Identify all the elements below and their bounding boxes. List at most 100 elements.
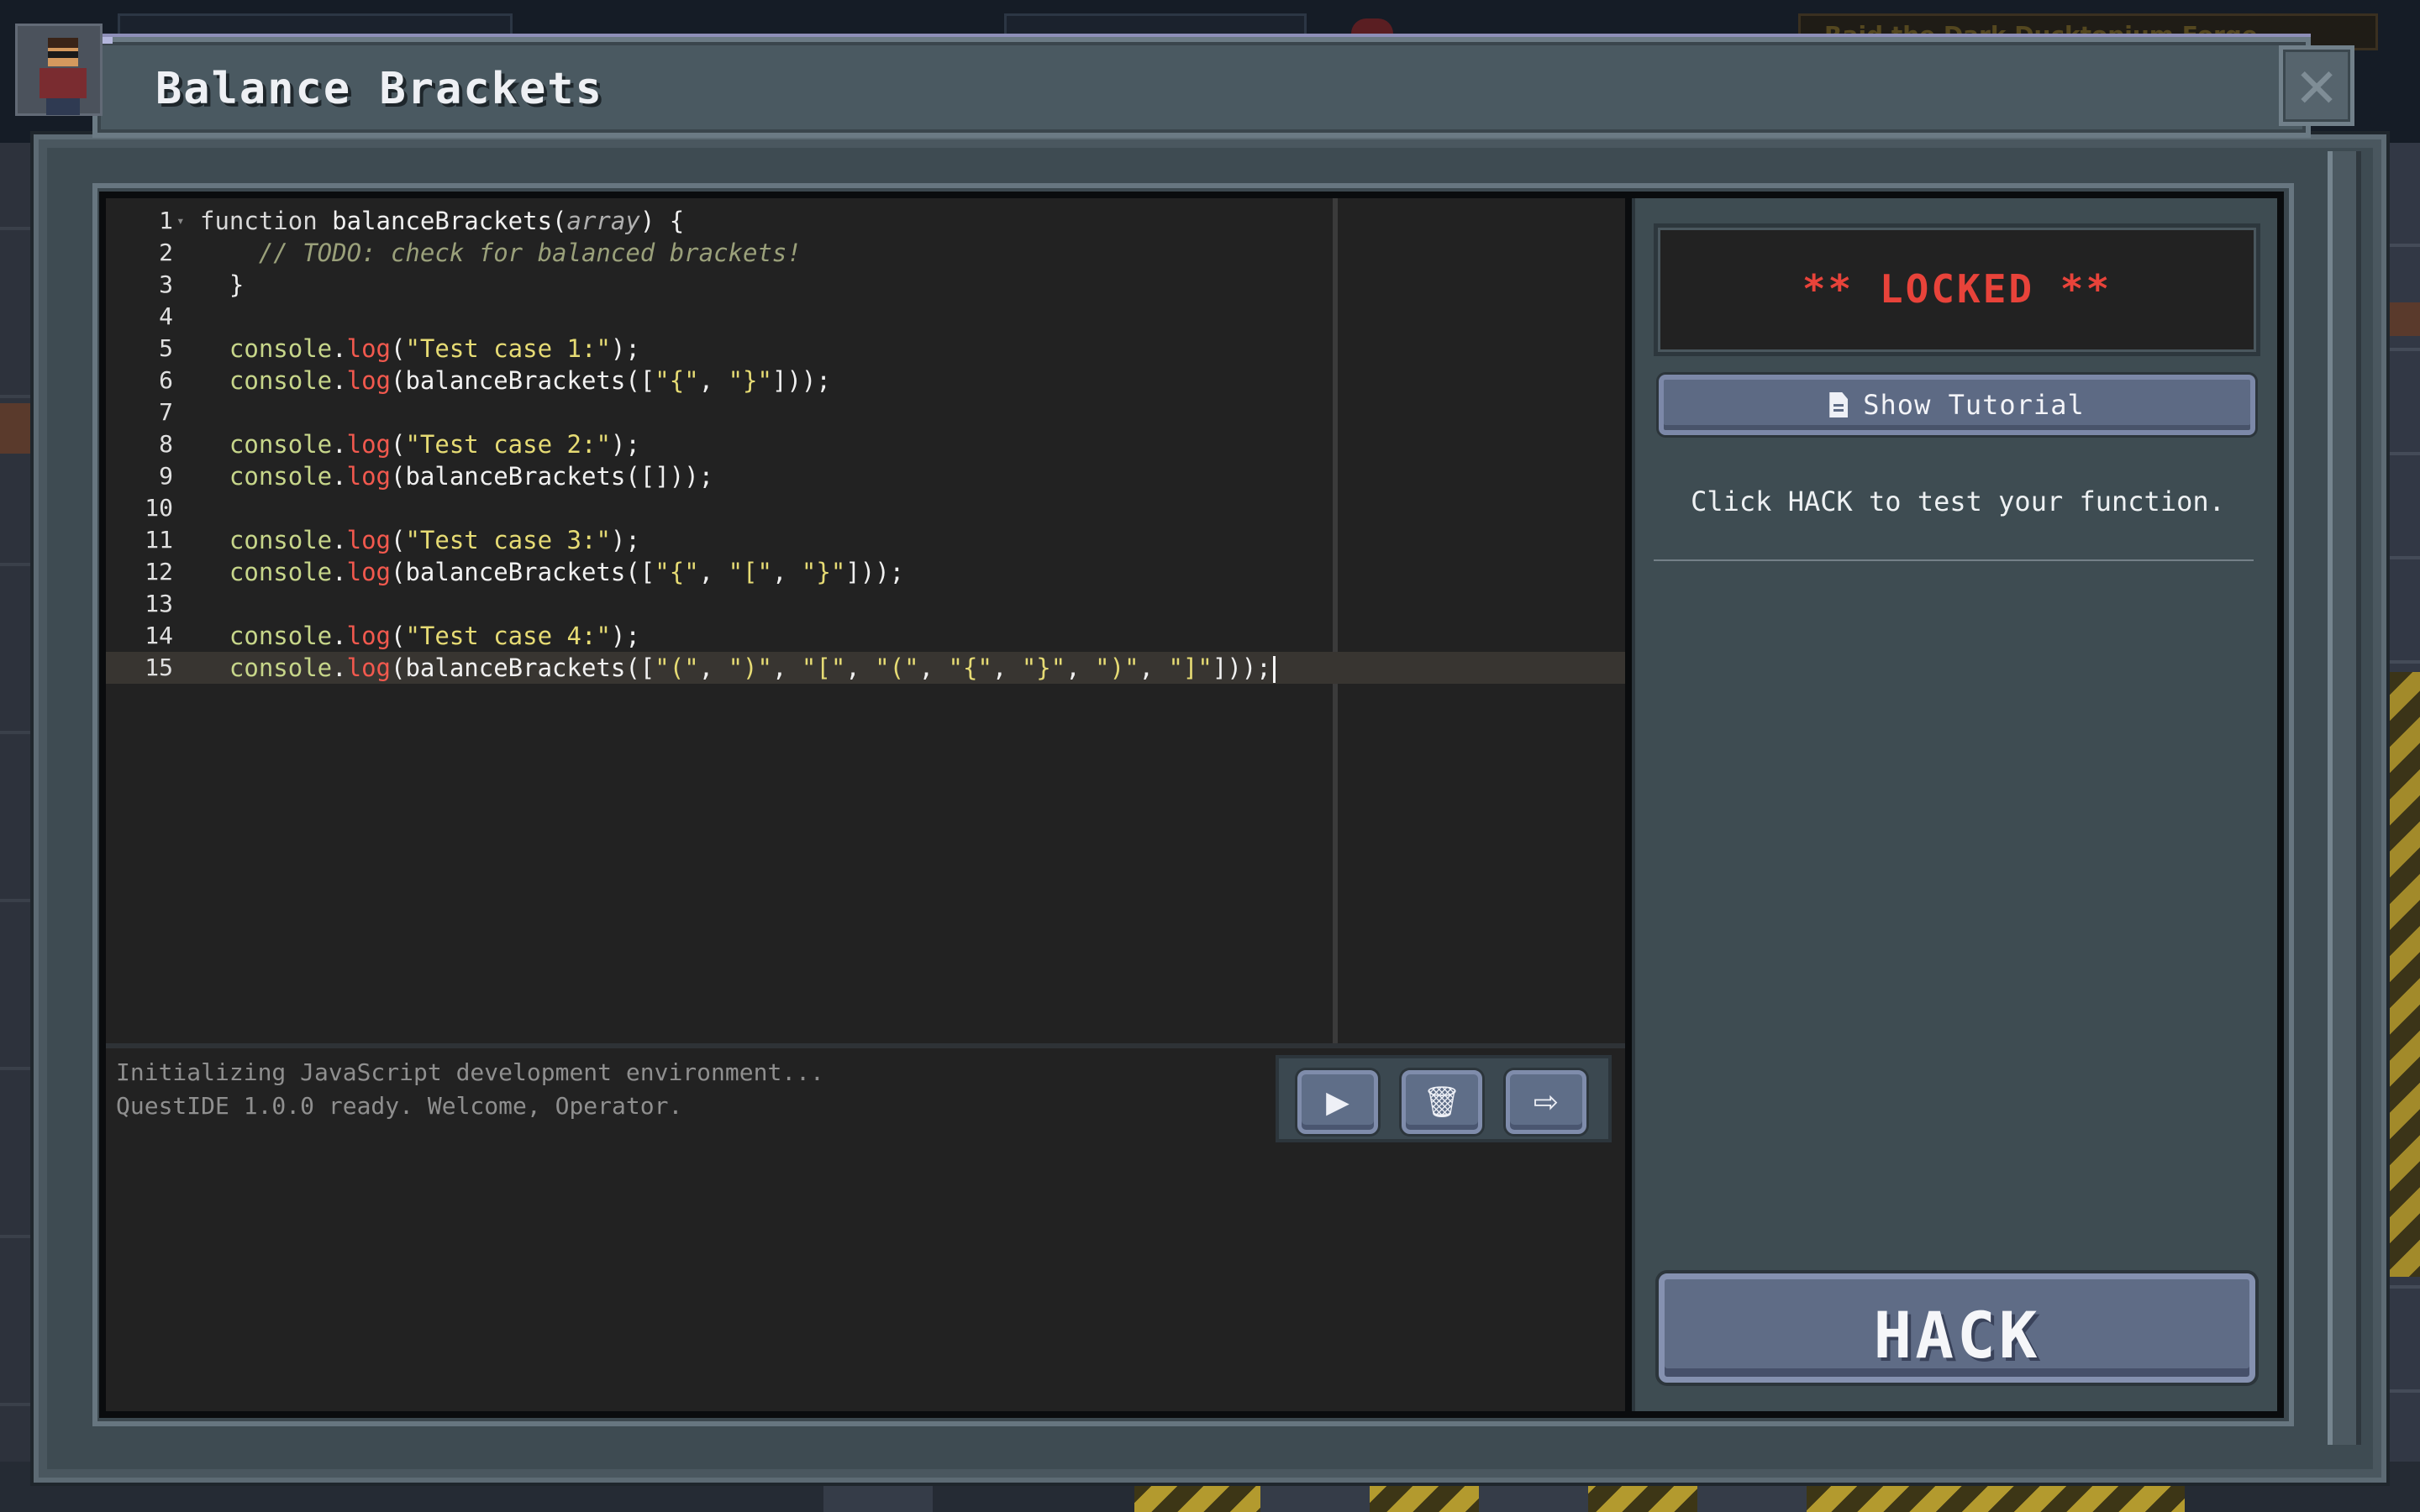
exit-button[interactable]: ⇨ <box>1506 1070 1586 1134</box>
code-token: , <box>992 654 1022 682</box>
code-line[interactable]: 15 console.log(balanceBrackets(["(", ")"… <box>106 652 1625 684</box>
code-token: log <box>346 430 391 459</box>
code-token: ( <box>391 526 406 554</box>
code-token: ])); <box>1212 654 1271 682</box>
panel-divider <box>1654 559 2254 561</box>
line-number: 1 <box>159 207 173 234</box>
code-token: function <box>200 207 333 235</box>
code-line[interactable]: 13 <box>106 588 1625 620</box>
trash-icon: 🗑 <box>1423 1085 1461 1120</box>
code-token: (balanceBrackets([ <box>391 558 655 586</box>
hack-label: HACK <box>1873 1298 2041 1373</box>
code-token: "{" <box>655 366 699 395</box>
code-text: console.log("Test case 2:"); <box>200 428 640 460</box>
code-token: "}" <box>801 558 846 586</box>
code-token: . <box>332 366 347 395</box>
line-number: 12 <box>145 558 173 585</box>
code-line[interactable]: 2 // TODO: check for balanced brackets! <box>106 237 1625 269</box>
code-token: , <box>1065 654 1096 682</box>
code-token: "Test case 3:" <box>405 526 611 554</box>
code-token: "Test case 1:" <box>405 334 611 363</box>
code-editor[interactable]: 1 ▾ function balanceBrackets(array) {2 // … <box>106 198 1625 1043</box>
code-line[interactable]: 11 console.log("Test case 3:"); <box>106 524 1625 556</box>
line-number: 2 <box>159 239 173 266</box>
code-token: ")" <box>728 654 772 682</box>
avatar-body <box>39 68 87 98</box>
hack-button[interactable]: HACK <box>1659 1273 2255 1383</box>
code-text: console.log("Test case 4:"); <box>200 620 640 652</box>
code-token: console <box>200 622 333 650</box>
code-line[interactable]: 4 <box>106 301 1625 333</box>
code-line[interactable]: 5 console.log("Test case 1:"); <box>106 333 1625 365</box>
background-hazard-stripes <box>2386 672 2420 1277</box>
code-line[interactable]: 1 ▾ function balanceBrackets(array) { <box>106 205 1625 237</box>
code-token: . <box>332 430 347 459</box>
code-token: log <box>346 654 391 682</box>
code-token: log <box>346 558 391 586</box>
code-text: console.log(balanceBrackets(["{", "}"]))… <box>200 365 831 396</box>
code-token: log <box>346 462 391 491</box>
code-token: "}" <box>1021 654 1066 682</box>
code-line[interactable]: 10 <box>106 492 1625 524</box>
code-token: , <box>918 654 949 682</box>
objective-panel: ** LOCKED ** Show Tutorial Click HACK to… <box>1632 198 2277 1411</box>
code-token: log <box>346 622 391 650</box>
lock-status-text: ** LOCKED ** <box>1802 266 2112 312</box>
code-line[interactable]: 12 console.log(balanceBrackets(["{", "["… <box>106 556 1625 588</box>
fold-arrow-icon[interactable]: ▾ <box>176 205 185 237</box>
code-line[interactable]: 3 } <box>106 269 1625 301</box>
line-number: 4 <box>159 302 173 330</box>
code-token: ); <box>610 622 640 650</box>
line-number: 10 <box>145 494 173 522</box>
code-token: "(" <box>875 654 919 682</box>
console-toolbar: ▶ 🗑 ⇨ <box>1276 1055 1612 1142</box>
lock-status-box: ** LOCKED ** <box>1654 223 2260 356</box>
code-token: , <box>771 654 802 682</box>
code-token: balanceBrackets <box>332 207 553 235</box>
code-token: ( <box>391 430 406 459</box>
run-button[interactable]: ▶ <box>1297 1070 1378 1134</box>
code-token: ( <box>391 622 406 650</box>
line-number: 3 <box>159 270 173 298</box>
code-line[interactable]: 6 console.log(balanceBrackets(["{", "}"]… <box>106 365 1625 396</box>
code-token: ); <box>610 526 640 554</box>
code-token: console <box>200 654 333 682</box>
code-text: // TODO: check for balanced brackets! <box>200 237 802 269</box>
code-token: ( <box>552 207 567 235</box>
code-token: log <box>346 366 391 395</box>
code-token: "Test case 2:" <box>405 430 611 459</box>
code-token: ])); <box>845 558 905 586</box>
code-token: console <box>200 334 333 363</box>
code-token: ")" <box>1095 654 1139 682</box>
code-line[interactable]: 9 console.log(balanceBrackets([])); <box>106 460 1625 492</box>
output-console[interactable]: Initializing JavaScript development envi… <box>106 1048 1625 1411</box>
code-token: console <box>200 366 333 395</box>
clear-button[interactable]: 🗑 <box>1402 1070 1482 1134</box>
window-side-rail <box>2328 151 2361 1445</box>
code-text: console.log("Test case 3:"); <box>200 524 640 556</box>
code-text: function balanceBrackets(array) { <box>200 205 684 237</box>
code-token: , <box>771 558 802 586</box>
exit-icon: ⇨ <box>1533 1085 1560 1120</box>
close-button[interactable]: ✕ <box>2279 45 2354 126</box>
show-tutorial-label: Show Tutorial <box>1863 389 2085 421</box>
code-token: . <box>332 654 347 682</box>
avatar-glasses <box>48 51 78 58</box>
document-icon <box>1829 392 1849 417</box>
line-number: 6 <box>159 366 173 394</box>
code-token: (balanceBrackets([ <box>391 654 655 682</box>
code-line[interactable]: 14 console.log("Test case 4:"); <box>106 620 1625 652</box>
code-line[interactable]: 7 <box>106 396 1625 428</box>
line-number: 11 <box>145 526 173 554</box>
code-line[interactable]: 8 console.log("Test case 2:"); <box>106 428 1625 460</box>
window-title: Balance Brackets <box>155 64 603 114</box>
code-token: "}" <box>728 366 772 395</box>
code-token: . <box>332 622 347 650</box>
code-token: ); <box>610 430 640 459</box>
close-icon: ✕ <box>2294 58 2339 120</box>
code-token: "[" <box>728 558 772 586</box>
console-line: QuestIDE 1.0.0 ready. Welcome, Operator. <box>116 1092 683 1120</box>
avatar[interactable] <box>15 24 103 116</box>
game-scene: Raid the Dark Ducktopium Forge Balance B… <box>0 0 2420 1512</box>
show-tutorial-button[interactable]: Show Tutorial <box>1659 375 2255 435</box>
